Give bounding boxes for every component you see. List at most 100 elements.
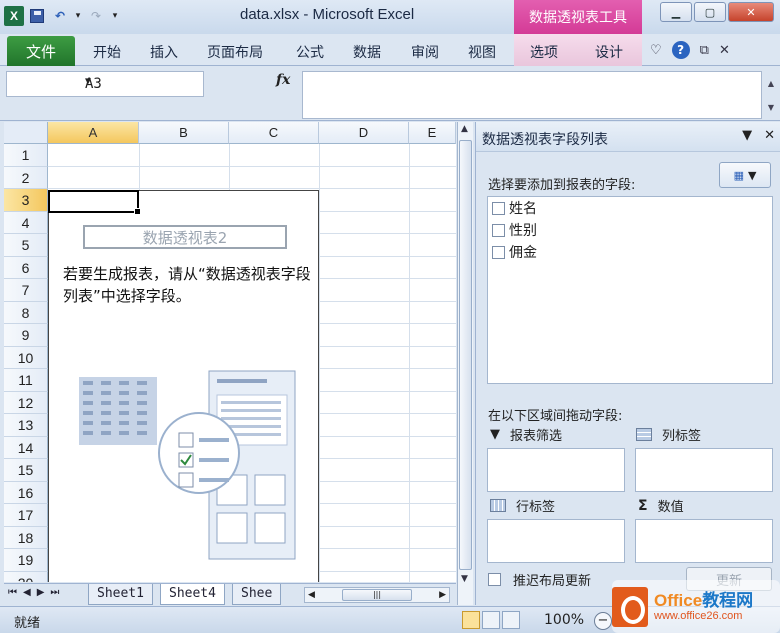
field-checkbox[interactable]	[492, 201, 505, 215]
tab-page-layout[interactable]: 页面布局	[207, 42, 263, 62]
workbook-close-icon[interactable]: ✕	[719, 43, 730, 58]
next-sheet-icon[interactable]: ▶	[37, 587, 45, 598]
column-header-e[interactable]: E	[409, 122, 456, 144]
row-header[interactable]: 9	[4, 324, 48, 347]
tab-formulas[interactable]: 公式	[296, 42, 324, 62]
row-header[interactable]: 17	[4, 504, 48, 527]
row-labels-icon	[490, 499, 506, 512]
insert-function-icon[interactable]: fx	[276, 72, 290, 88]
ribbon-tab-bar: 文件 开始 插入 页面布局 公式 数据 审阅 视图 选项 设计 ♡ ? ⧉ ✕	[0, 34, 780, 66]
row-header[interactable]: 16	[4, 481, 48, 504]
last-sheet-icon[interactable]: ⏭	[50, 587, 59, 598]
report-filter-label: ▼ 报表筛选	[490, 427, 563, 444]
panel-menu-icon[interactable]: ▼	[742, 128, 752, 143]
row-header[interactable]: 19	[4, 549, 48, 572]
tab-options[interactable]: 选项	[530, 42, 558, 62]
page-layout-view-button[interactable]	[482, 611, 500, 629]
field-item-gender[interactable]: 性别	[488, 219, 772, 241]
formula-expand-control[interactable]: ▲ ▼	[764, 71, 778, 119]
zoom-level[interactable]: 100%	[544, 612, 584, 628]
row-header[interactable]: 13	[4, 414, 48, 437]
column-header-a[interactable]: A	[48, 122, 139, 144]
minimize-ribbon-icon[interactable]: ♡	[650, 43, 662, 58]
choose-fields-label: 选择要添加到报表的字段:	[488, 178, 636, 193]
field-checkbox[interactable]	[492, 223, 505, 237]
row-header[interactable]: 18	[4, 526, 48, 549]
redo-icon[interactable]: ↷	[86, 6, 106, 26]
pivot-table-placeholder[interactable]: 数据透视表2 若要生成报表，请从“数据透视表字段列表”中选择字段。	[48, 190, 319, 582]
row-header[interactable]: 11	[4, 369, 48, 392]
scroll-up-icon[interactable]: ▲	[461, 124, 468, 134]
prev-sheet-icon[interactable]: ◀	[23, 587, 31, 598]
row-header[interactable]: 15	[4, 459, 48, 482]
row-header[interactable]: 20	[4, 571, 48, 582]
column-header-d[interactable]: D	[319, 122, 409, 144]
active-cell-a3[interactable]	[48, 190, 141, 215]
row-header[interactable]: 14	[4, 436, 48, 459]
values-drop-area[interactable]	[635, 519, 773, 563]
row-header[interactable]: 1	[4, 144, 48, 167]
field-layout-button[interactable]: ▦ ▼	[719, 162, 771, 188]
row-header[interactable]: 5	[4, 234, 48, 257]
pivot-illustration	[79, 370, 296, 560]
undo-icon[interactable]: ↶	[50, 6, 70, 26]
vertical-scroll-thumb[interactable]	[459, 140, 472, 570]
panel-close-icon[interactable]: ✕	[764, 128, 775, 143]
name-box-dropdown-icon[interactable]: ▼	[85, 76, 199, 87]
field-item-name[interactable]: 姓名	[488, 197, 772, 219]
column-header-c[interactable]: C	[229, 122, 319, 144]
row-header[interactable]: 10	[4, 346, 48, 369]
row-labels-drop-area[interactable]	[487, 519, 625, 563]
sheet-tab-sheet1[interactable]: Sheet1	[88, 584, 153, 605]
help-icon[interactable]: ?	[671, 41, 690, 59]
view-buttons	[462, 611, 520, 629]
name-box[interactable]: A3 ▼	[6, 71, 204, 97]
worksheet-grid[interactable]: A B C D E 123456789101112131415161718192…	[4, 122, 456, 582]
field-list: 姓名 性别 佣金	[487, 196, 773, 384]
tab-design[interactable]: 设计	[595, 42, 623, 62]
tab-home[interactable]: 开始	[93, 42, 121, 62]
row-header[interactable]: 3	[4, 189, 48, 212]
report-filter-drop-area[interactable]	[487, 448, 625, 492]
field-item-commission[interactable]: 佣金	[488, 241, 772, 263]
normal-view-button[interactable]	[462, 611, 480, 629]
sheet-tab-sheet4[interactable]: Sheet4	[160, 584, 225, 605]
formula-input[interactable]	[302, 71, 762, 119]
restore-button[interactable]: ▢	[694, 2, 726, 22]
undo-dropdown-icon[interactable]: ▾	[73, 6, 83, 26]
row-header[interactable]: 2	[4, 166, 48, 189]
excel-app-icon[interactable]: X	[4, 6, 24, 26]
column-header-b[interactable]: B	[139, 122, 229, 144]
drag-areas-label: 在以下区域间拖动字段:	[488, 409, 623, 424]
row-header[interactable]: 4	[4, 211, 48, 234]
scroll-right-icon[interactable]: ▶	[439, 590, 446, 600]
tab-insert[interactable]: 插入	[150, 42, 178, 62]
page-break-view-button[interactable]	[502, 611, 520, 629]
tab-file[interactable]: 文件	[7, 36, 75, 66]
row-header[interactable]: 7	[4, 279, 48, 302]
select-all-corner[interactable]	[4, 122, 48, 144]
horizontal-scroll-thumb[interactable]: |||	[342, 589, 412, 601]
field-checkbox[interactable]	[492, 245, 505, 259]
row-header[interactable]: 8	[4, 301, 48, 324]
row-header[interactable]: 12	[4, 391, 48, 414]
tab-data[interactable]: 数据	[353, 42, 381, 62]
defer-layout-checkbox[interactable]	[488, 573, 501, 586]
tab-view[interactable]: 视图	[468, 42, 496, 62]
vertical-scrollbar[interactable]: ▲ ▼	[457, 122, 473, 605]
zoom-out-button[interactable]: −	[594, 612, 612, 630]
column-labels-drop-area[interactable]	[635, 448, 773, 492]
tab-review[interactable]: 审阅	[411, 42, 439, 62]
sheet-tab-sheet-partial[interactable]: Shee	[232, 584, 282, 605]
horizontal-scrollbar[interactable]: ◀ ||| ▶	[304, 587, 450, 603]
scroll-down-icon[interactable]: ▼	[461, 574, 468, 584]
close-button[interactable]: ✕	[728, 2, 774, 22]
save-icon[interactable]	[27, 6, 47, 26]
first-sheet-icon[interactable]: ⏮	[8, 587, 17, 598]
row-header[interactable]: 6	[4, 256, 48, 279]
workbook-restore-icon[interactable]: ⧉	[700, 43, 709, 58]
customize-qat-icon[interactable]: ▾	[109, 6, 121, 26]
minimize-button[interactable]: ▁	[660, 2, 692, 22]
sigma-icon: Σ	[638, 497, 648, 514]
scroll-left-icon[interactable]: ◀	[308, 590, 315, 600]
